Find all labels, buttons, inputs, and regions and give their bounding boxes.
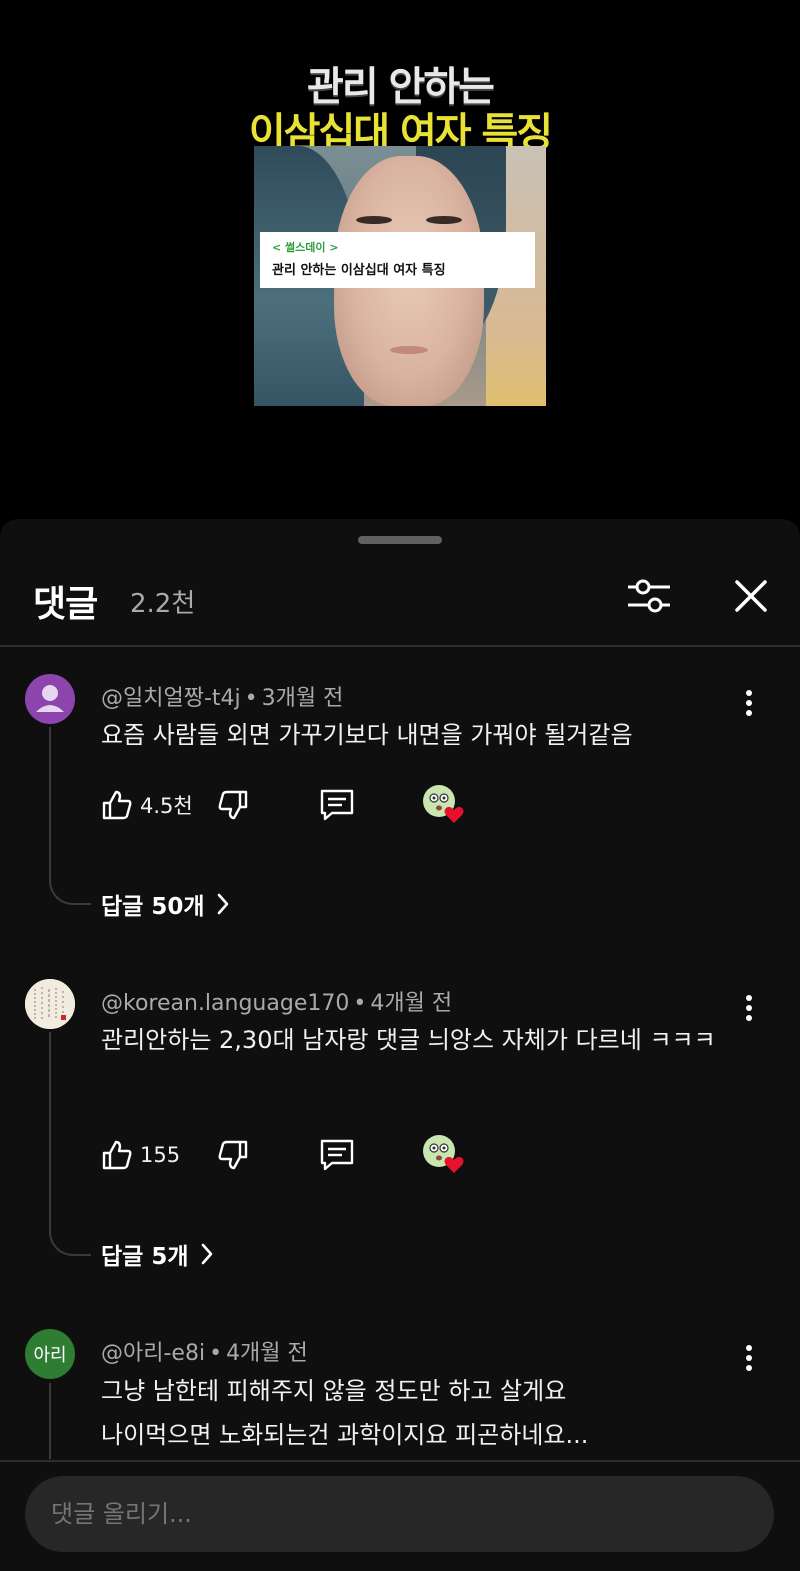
- like-count: 4.5천: [140, 794, 193, 818]
- thread-line: [49, 1032, 91, 1256]
- comment-composer: [0, 1460, 800, 1571]
- calligraphy-avatar-icon: [25, 979, 75, 1029]
- like-button[interactable]: 4.5천: [100, 785, 193, 825]
- comment-thread: @korean.language170 • 4개월 전 관리안하는 2,30대 남자…: [0, 953, 800, 1293]
- video-player[interactable]: 관리 안하는 이삼십대 여자 특징 < 썰스데이 > 관리 안하는 이삼십대 여…: [0, 0, 800, 520]
- close-icon: [735, 580, 767, 612]
- comment-text-line1: 그냥 남한테 피해주지 않을 정도만 하고 살게요: [101, 1377, 567, 1405]
- comment-actions: 155: [100, 1135, 500, 1175]
- chevron-right-icon: [217, 893, 228, 915]
- creator-heart-icon: [423, 1135, 464, 1173]
- reply-button[interactable]: [318, 785, 356, 825]
- view-replies-button[interactable]: 답글 5개: [101, 1237, 215, 1271]
- sliders-icon: [628, 579, 670, 613]
- comment-text: 요즘 사람들 외면 가꾸기보다 내면을 가꿔야 될거같음: [101, 721, 633, 749]
- like-count: 155: [140, 1143, 181, 1167]
- thumbs-down-icon: [218, 1140, 248, 1170]
- comment-thread: 아리 @아리-e8i • 4개월 전 그냥 남한테 피해주지 않을 정도만 하고 살…: [0, 1303, 800, 1459]
- avatar[interactable]: [25, 674, 75, 724]
- thread-line: [49, 727, 91, 905]
- thumbnail-caption: < 썰스데이 > 관리 안하는 이삼십대 여자 특징: [260, 232, 535, 288]
- replies-count: 답글 5개: [101, 1244, 189, 1270]
- comment-meta: @일치얼짱-t4j • 3개월 전: [101, 686, 344, 711]
- sort-filter-button[interactable]: [626, 573, 672, 619]
- comments-panel: 댓글 2.2천 @일치얼짱-t4j • 3개월 전 요즘 사람들 외면 가꾸기보…: [0, 519, 800, 1571]
- comment-meta: @아리-e8i • 4개월 전: [101, 1341, 308, 1366]
- comments-count: 2.2천: [130, 589, 196, 619]
- default-user-icon: [36, 685, 64, 712]
- add-comment-input[interactable]: [25, 1476, 774, 1552]
- creator-heart-badge: [422, 1133, 466, 1173]
- thumbs-down-icon: [218, 790, 248, 820]
- comment-text: 관리안하는 2,30대 남자랑 댓글 늬앙스 자체가 다르네 ㅋㅋㅋ: [101, 1026, 716, 1054]
- comments-title: 댓글: [33, 584, 98, 625]
- comment-time: 4개월 전: [226, 1341, 308, 1366]
- thumbs-up-icon: [102, 790, 132, 820]
- comment-text-line2: 나이먹으면 노화되는건 과학이지요 피곤하네요...: [101, 1421, 589, 1449]
- creator-heart-badge: [422, 783, 466, 823]
- caption-tag: < 썰스데이 >: [272, 241, 339, 254]
- reply-button[interactable]: [318, 1135, 356, 1175]
- video-thumbnail: < 썰스데이 > 관리 안하는 이삼십대 여자 특징: [254, 146, 546, 406]
- reply-comment-icon: [320, 1139, 354, 1171]
- comment-actions: 4.5천: [100, 785, 500, 825]
- comment-list[interactable]: @일치얼짱-t4j • 3개월 전 요즘 사람들 외면 가꾸기보다 내면을 가꿔야 …: [0, 647, 800, 1459]
- dislike-button[interactable]: [216, 1135, 250, 1175]
- comment-author[interactable]: @korean.language170: [101, 991, 349, 1016]
- creator-heart-icon: [423, 785, 464, 823]
- avatar[interactable]: [25, 979, 75, 1029]
- caption-text: 관리 안하는 이삼십대 여자 특징: [272, 263, 446, 278]
- comment-time: 4개월 전: [370, 991, 453, 1016]
- comments-header: 댓글 2.2천: [0, 569, 800, 645]
- avatar-initials: 아리: [33, 1345, 67, 1366]
- drag-handle[interactable]: [358, 536, 442, 544]
- thumbs-up-icon: [102, 1140, 132, 1170]
- comment-author[interactable]: @일치얼짱-t4j: [101, 686, 241, 711]
- comment-author[interactable]: @아리-e8i: [101, 1341, 205, 1366]
- reply-comment-icon: [320, 789, 354, 821]
- close-button[interactable]: [728, 573, 774, 619]
- dislike-button[interactable]: [216, 785, 250, 825]
- comment-meta: @korean.language170 • 4개월 전: [101, 991, 453, 1016]
- chevron-right-icon: [201, 1243, 212, 1265]
- comment-thread: @일치얼짱-t4j • 3개월 전 요즘 사람들 외면 가꾸기보다 내면을 가꿔야 …: [0, 647, 800, 947]
- like-button[interactable]: 155: [100, 1135, 180, 1175]
- view-replies-button[interactable]: 답글 50개: [101, 887, 231, 921]
- thread-line: [49, 1383, 91, 1459]
- comment-time: 3개월 전: [261, 686, 344, 711]
- replies-count: 답글 50개: [101, 894, 205, 920]
- avatar[interactable]: 아리: [25, 1329, 75, 1379]
